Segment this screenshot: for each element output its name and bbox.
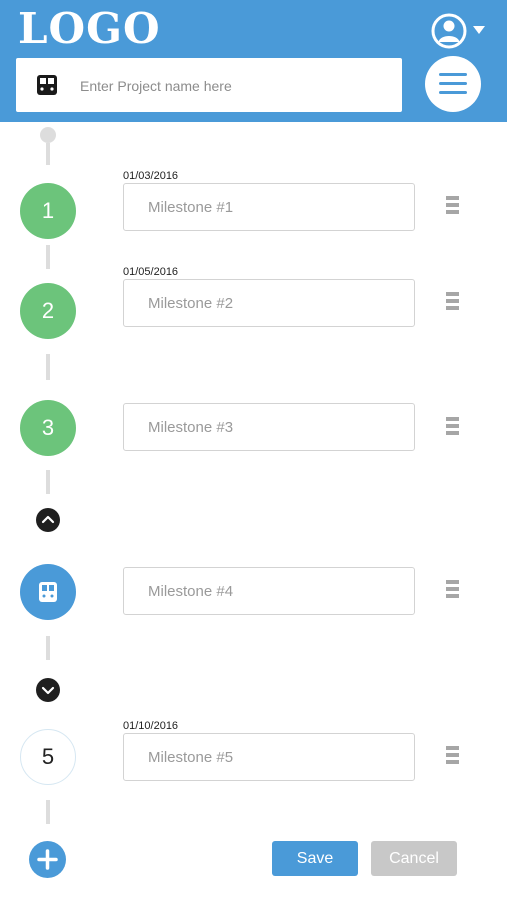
milestone-step-3[interactable]: 3 xyxy=(20,400,76,456)
drag-handle-icon[interactable] xyxy=(446,746,459,767)
milestone-step-1[interactable]: 1 xyxy=(20,183,76,239)
step-number: 1 xyxy=(41,198,55,223)
caret-down-icon xyxy=(473,26,485,34)
train-icon xyxy=(37,75,57,95)
timeline-connector xyxy=(46,354,50,380)
chevron-up-icon xyxy=(41,515,55,524)
step-number: 5 xyxy=(41,744,55,769)
menu-button[interactable] xyxy=(425,56,481,112)
profile-menu[interactable] xyxy=(430,12,490,50)
step-number: 2 xyxy=(41,298,55,323)
milestone-input-1[interactable] xyxy=(123,183,415,231)
project-name-input[interactable] xyxy=(78,72,392,100)
milestone-input-2[interactable] xyxy=(123,279,415,327)
timeline-connector xyxy=(46,245,50,269)
milestone-input-3[interactable] xyxy=(123,403,415,451)
save-button[interactable]: Save xyxy=(272,841,358,876)
add-milestone-button[interactable] xyxy=(29,841,66,878)
train-icon xyxy=(39,582,57,602)
drag-handle-icon[interactable] xyxy=(446,196,459,217)
app-header: LOGO xyxy=(0,0,507,122)
milestone-input-4[interactable] xyxy=(123,567,415,615)
drag-handle-icon[interactable] xyxy=(446,417,459,438)
timeline-start-dot xyxy=(40,127,56,143)
collapse-button[interactable] xyxy=(36,508,60,532)
plus-icon xyxy=(37,849,58,870)
timeline-connector xyxy=(46,800,50,824)
logo[interactable]: LOGO xyxy=(18,4,161,53)
project-name-box xyxy=(16,58,402,112)
expand-button[interactable] xyxy=(36,678,60,702)
drag-handle-icon[interactable] xyxy=(446,580,459,601)
milestone-date: 01/10/2016 xyxy=(123,720,179,732)
timeline-connector xyxy=(46,143,50,165)
chevron-down-icon xyxy=(41,686,55,695)
drag-handle-icon[interactable] xyxy=(446,292,459,313)
timeline-connector xyxy=(46,636,50,660)
timeline-connector xyxy=(46,470,50,494)
cancel-button[interactable]: Cancel xyxy=(371,841,457,876)
milestone-date: 01/05/2016 xyxy=(123,266,179,278)
milestone-step-4[interactable] xyxy=(20,564,76,620)
step-number: 3 xyxy=(41,415,55,440)
milestone-input-5[interactable] xyxy=(123,733,415,781)
milestone-step-5[interactable]: 5 xyxy=(20,729,76,785)
milestone-step-2[interactable]: 2 xyxy=(20,283,76,339)
milestone-date: 01/03/2016 xyxy=(123,170,179,182)
